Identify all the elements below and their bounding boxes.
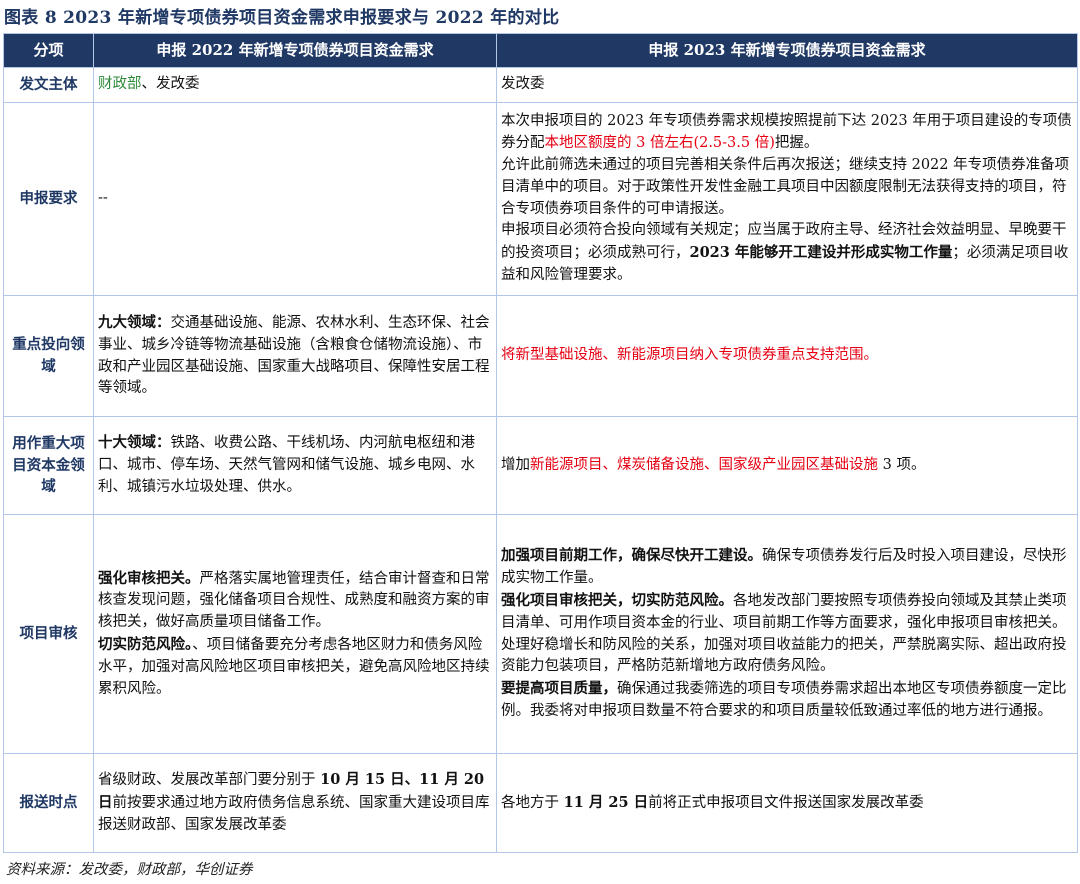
row-label: 发文主体 <box>3 67 94 103</box>
cell-2022: 省级财政、发展改革部门要分别于 10 月 15 日、11 月 20 日前按要求通… <box>93 753 497 853</box>
bold-text: 九大领域： <box>98 313 171 331</box>
cell-2023: 加强项目前期工作，确保尽快开工建设。确保专项债券发行后及时投入项目建设，尽快形成… <box>496 514 1078 754</box>
cell-2023: 将新型基础设施、新能源项目纳入专项债券重点支持范围。 <box>496 295 1078 417</box>
bold-text: 切实防范风险。 <box>98 636 193 653</box>
red-text: 本地区额度的 3 倍左右(2.5-3.5 倍) <box>544 135 775 152</box>
cell-2022: 九大领域：交通基础设施、能源、农林水利、生态环保、社会事业、城乡冷链等物流基础设… <box>93 295 497 417</box>
text: 把握。 <box>774 135 819 152</box>
paragraph: 强化审核把关。严格落实属地管理责任，结合审计督查和日常核查发现问题，强化储备项目… <box>98 568 492 634</box>
header-2022: 申报 2022 年新增专项债券项目资金需求 <box>93 33 497 68</box>
comparison-table: 分项 申报 2022 年新增专项债券项目资金需求 申报 2023 年新增专项债券… <box>3 33 1078 853</box>
text: 前将正式申报项目文件报送国家发展改革委 <box>648 794 924 811</box>
figure-title: 图表 8 2023 年新增专项债券项目资金需求申报要求与 2022 年的对比 <box>4 8 560 28</box>
red-text: 新能源项目、煤炭储备设施、国家级产业园区基础设施 <box>530 456 878 473</box>
cell-2023: 各地方于 11 月 25 日前将正式申报项目文件报送国家发展改革委 <box>496 753 1078 853</box>
bold-date: 10 月 15 日 <box>320 771 405 789</box>
text: 各地方于 <box>501 794 564 811</box>
paragraph: 本次申报项目的 2023 年专项债券需求规模按照提前下达 2023 年用于项目建… <box>501 111 1073 155</box>
paragraph: 申报项目必须符合投向领域有关规定；应当属于政府主导、经济社会效益明显、早晚要干的… <box>501 220 1073 286</box>
bold-text: 十大领域： <box>98 434 171 452</box>
bold-text: 2023 年能够开工建设并形成实物工作量 <box>689 244 953 262</box>
bold-text: 强化项目审核把关，切实防范风险。 <box>501 591 733 609</box>
paragraph: 强化项目审核把关，切实防范风险。各地发改部门要按照专项债券投向领域及其禁止类项目… <box>501 590 1073 678</box>
bold-date: 11 月 25 日 <box>563 793 649 811</box>
paragraph: 加强项目前期工作，确保尽快开工建设。确保专项债券发行后及时投入项目建设，尽快形成… <box>501 545 1073 590</box>
cell-2022: 十大领域：铁路、收费公路、干线机场、内河航电枢纽和港口、城市、停车场、天然气管网… <box>93 416 497 515</box>
text: 增加 <box>501 456 530 473</box>
cell-2023: 发改委 <box>496 67 1078 103</box>
bold-text: 加强项目前期工作，确保尽快开工建设。 <box>501 547 762 565</box>
row-label: 申报要求 <box>3 102 94 296</box>
row-deadline: 报送时点 省级财政、发展改革部门要分别于 10 月 15 日、11 月 20 日… <box>3 753 1078 853</box>
header-category: 分项 <box>3 33 94 68</box>
bold-text: 、 <box>404 771 420 789</box>
bold-text: 强化审核把关。 <box>98 569 200 587</box>
row-issuer: 发文主体 财政部、发改委 发改委 <box>3 67 1078 103</box>
issuer-highlight: 财政部 <box>98 76 142 93</box>
row-focus: 重点投向领域 九大领域：交通基础设施、能源、农林水利、生态环保、社会事业、城乡冷… <box>3 295 1078 417</box>
row-label: 重点投向领域 <box>3 295 94 417</box>
row-requirements: 申报要求 -- 本次申报项目的 2023 年专项债券需求规模按照提前下达 202… <box>3 102 1078 296</box>
header-row: 分项 申报 2022 年新增专项债券项目资金需求 申报 2023 年新增专项债券… <box>3 33 1078 68</box>
cell-2022: -- <box>93 102 497 296</box>
cell-2022: 财政部、发改委 <box>93 67 497 103</box>
row-review: 项目审核 强化审核把关。严格落实属地管理责任，结合审计督查和日常核查发现问题，强… <box>3 514 1078 754</box>
paragraph: 允许此前筛选未通过的项目完善相关条件后再次报送；继续支持 2022 年专项债券准… <box>501 156 1070 217</box>
cell-2023: 增加新能源项目、煤炭储备设施、国家级产业园区基础设施 3 项。 <box>496 416 1078 515</box>
row-label: 项目审核 <box>3 514 94 754</box>
text: 省级财政、发展改革部门要分别于 <box>98 772 321 789</box>
row-label: 用作重大项目资本金领域 <box>3 416 94 515</box>
issuer-rest: 、发改委 <box>141 76 200 93</box>
row-label: 报送时点 <box>3 753 94 853</box>
paragraph: 切实防范风险。、项目储备要充分考虑各地区财力和债务风险水平，加强对高风险地区项目… <box>98 634 492 700</box>
source-note: 资料来源：发改委，财政部，华创证券 <box>6 862 253 878</box>
cell-2023: 本次申报项目的 2023 年专项债券需求规模按照提前下达 2023 年用于项目建… <box>496 102 1078 296</box>
row-capital: 用作重大项目资本金领域 十大领域：铁路、收费公路、干线机场、内河航电枢纽和港口、… <box>3 416 1078 515</box>
paragraph: 要提高项目质量，确保通过我委筛选的项目专项债券需求超出本地区专项债券额度一定比例… <box>501 678 1073 723</box>
cell-2022: 强化审核把关。严格落实属地管理责任，结合审计督查和日常核查发现问题，强化储备项目… <box>93 514 497 754</box>
text: 前按要求通过地方政府债务信息系统、国家重大建设项目库报送财政部、国家发展改革委 <box>98 795 490 833</box>
text: 3 项。 <box>878 456 926 473</box>
header-2023: 申报 2023 年新增专项债券项目资金需求 <box>496 33 1078 68</box>
bold-text: 要提高项目质量， <box>501 680 617 698</box>
